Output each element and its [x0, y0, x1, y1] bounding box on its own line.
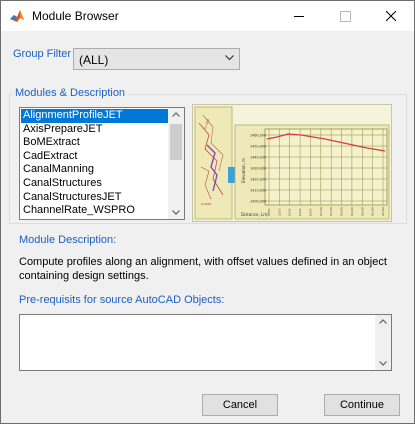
preview-x-tick-label: 8,000 — [308, 208, 312, 216]
preview-y-axis-label: Elevation, m — [241, 158, 246, 183]
scroll-up-icon[interactable] — [172, 112, 180, 117]
prereq-label: Pre-requisits for source AutoCAD Objects… — [19, 294, 225, 306]
title-bar[interactable]: Module Browser — [1, 1, 414, 31]
matlab-icon — [10, 10, 24, 22]
preview-y-tick-label: 1440,000 — [250, 156, 266, 160]
list-item[interactable]: CanalManning — [21, 163, 168, 177]
scroll-down-icon[interactable] — [379, 361, 387, 366]
scroll-down-icon[interactable] — [172, 210, 180, 215]
minimize-button[interactable] — [276, 1, 322, 31]
list-item[interactable]: BoMExtract — [21, 136, 168, 150]
modules-listbox[interactable]: AlignmentProfileJET AxisPrepareJET BoMEx… — [19, 107, 185, 220]
list-item[interactable]: ChannelRate_WSPRO — [21, 204, 168, 218]
preview-x-tick-label: 4,000 — [288, 208, 292, 216]
preview-y-tick-label: 1400,000 — [250, 200, 266, 204]
window-title: Module Browser — [32, 9, 119, 23]
preview-x-tick-label: 6,000 — [298, 208, 302, 216]
preview-y-tick-label: 1430,000 — [250, 167, 266, 171]
continue-button[interactable]: Continue — [324, 394, 400, 416]
preview-x-tick-label: 10,000 — [319, 207, 323, 216]
preview-x-tick-label: 18,000 — [360, 207, 364, 216]
scroll-up-icon[interactable] — [379, 319, 387, 324]
prereq-scrollbar[interactable] — [375, 315, 391, 370]
list-item[interactable]: CadExtract — [21, 150, 168, 164]
profile-illustration: 0+200 0+000 1460,0001450,0001440,0001430… — [194, 106, 390, 220]
preview-x-tick-label: 20,000 — [371, 207, 375, 216]
scrollbar-thumb[interactable] — [170, 124, 182, 160]
list-item[interactable]: CanalStructuresJET — [21, 191, 168, 205]
preview-x-tick-label: 14,000 — [340, 207, 344, 216]
module-browser-window: Module Browser Group Filter (ALL) Module… — [0, 0, 415, 424]
preview-x-tick-label: 12,000 — [329, 207, 333, 216]
module-preview-image: 0+200 0+000 1460,000 1450,000 1440,000 1430… — [192, 104, 392, 222]
preview-y-tick-label: 1460,000 — [250, 134, 266, 138]
preview-x-tick-label: 16,000 — [350, 207, 354, 216]
preview-x-axis-label: Distance, Lm) — [241, 212, 269, 217]
maximize-button[interactable] — [322, 1, 368, 31]
map-label-bottom: 0+000 — [201, 202, 211, 206]
list-item[interactable]: AlignmentProfileJET — [21, 109, 168, 123]
modules-scrollbar[interactable] — [168, 108, 184, 219]
preview-y-tick-label: 1450,000 — [250, 145, 266, 149]
cancel-button[interactable]: Cancel — [202, 394, 278, 416]
preview-y-tick-label: 1410,000 — [250, 189, 266, 193]
close-button[interactable] — [368, 1, 414, 31]
list-item[interactable]: AxisPrepareJET — [21, 123, 168, 137]
group-filter-value: (ALL) — [79, 53, 109, 67]
group-filter-select[interactable]: (ALL) — [73, 48, 240, 70]
group-filter-label: Group Filter — [13, 48, 72, 60]
preview-x-tick-label: 22,000 — [381, 207, 385, 216]
modules-list: AlignmentProfileJET AxisPrepareJET BoMEx… — [21, 109, 168, 218]
preview-x-tick-label: 2,000 — [277, 208, 281, 216]
prereq-textarea[interactable] — [19, 314, 392, 371]
preview-y-tick-label: 1420,000 — [250, 178, 266, 182]
chevron-down-icon — [225, 55, 234, 61]
module-description-label: Module Description: — [19, 234, 117, 246]
list-item[interactable]: CanalStructures — [21, 177, 168, 191]
close-icon — [386, 11, 396, 21]
module-description-text: Compute profiles along an alignment, wit… — [19, 256, 387, 282]
modules-group-label: Modules & Description — [13, 87, 128, 99]
